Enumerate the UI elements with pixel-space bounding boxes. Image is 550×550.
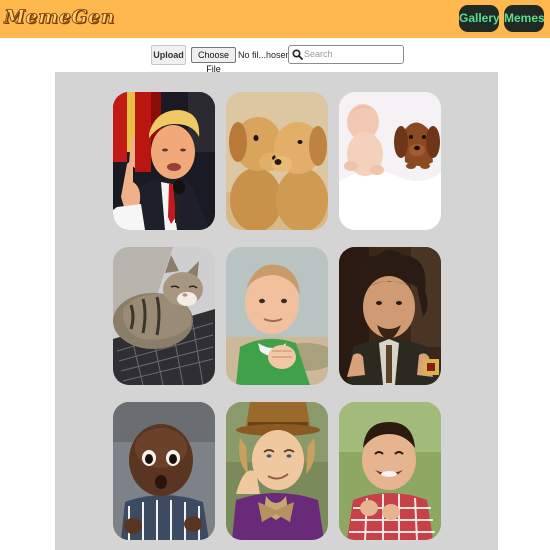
- laughing-toddler-image: [339, 402, 441, 540]
- surprised-baby-image: [113, 402, 215, 540]
- baby-and-dachshund-image: [339, 92, 441, 230]
- top-hat-man-image: [226, 402, 328, 540]
- meme-image-5[interactable]: [226, 247, 328, 385]
- toolbar: Upload Choose File No fil...hosen: [0, 38, 550, 74]
- top-navbar: MemeGen Gallery Memes: [0, 0, 550, 38]
- meme-image-2[interactable]: [226, 92, 328, 230]
- meme-image-3[interactable]: [339, 92, 441, 230]
- meme-gallery: [55, 72, 498, 550]
- cat-on-laptop-image: [113, 247, 215, 385]
- meme-image-8[interactable]: [226, 402, 328, 540]
- meme-image-4[interactable]: [113, 247, 215, 385]
- success-kid-image: [226, 247, 328, 385]
- meme-image-1[interactable]: [113, 92, 215, 230]
- nav-memes-button[interactable]: Memes: [504, 5, 545, 32]
- meme-image-7[interactable]: [113, 402, 215, 540]
- file-status-text: No fil...hosen: [238, 50, 291, 60]
- wild-hair-man-image: [339, 247, 441, 385]
- upload-button[interactable]: Upload: [151, 45, 186, 65]
- man-pointing-image: [113, 92, 215, 230]
- nav-gallery-button[interactable]: Gallery: [459, 5, 500, 32]
- app-logo[interactable]: MemeGen: [4, 6, 115, 29]
- search-box[interactable]: [288, 45, 404, 64]
- choose-file-button[interactable]: Choose File: [191, 47, 236, 74]
- meme-image-9[interactable]: [339, 402, 441, 540]
- meme-image-6[interactable]: [339, 247, 441, 385]
- search-icon: [292, 49, 303, 60]
- puppies-image: [226, 92, 328, 230]
- search-input[interactable]: [304, 47, 399, 60]
